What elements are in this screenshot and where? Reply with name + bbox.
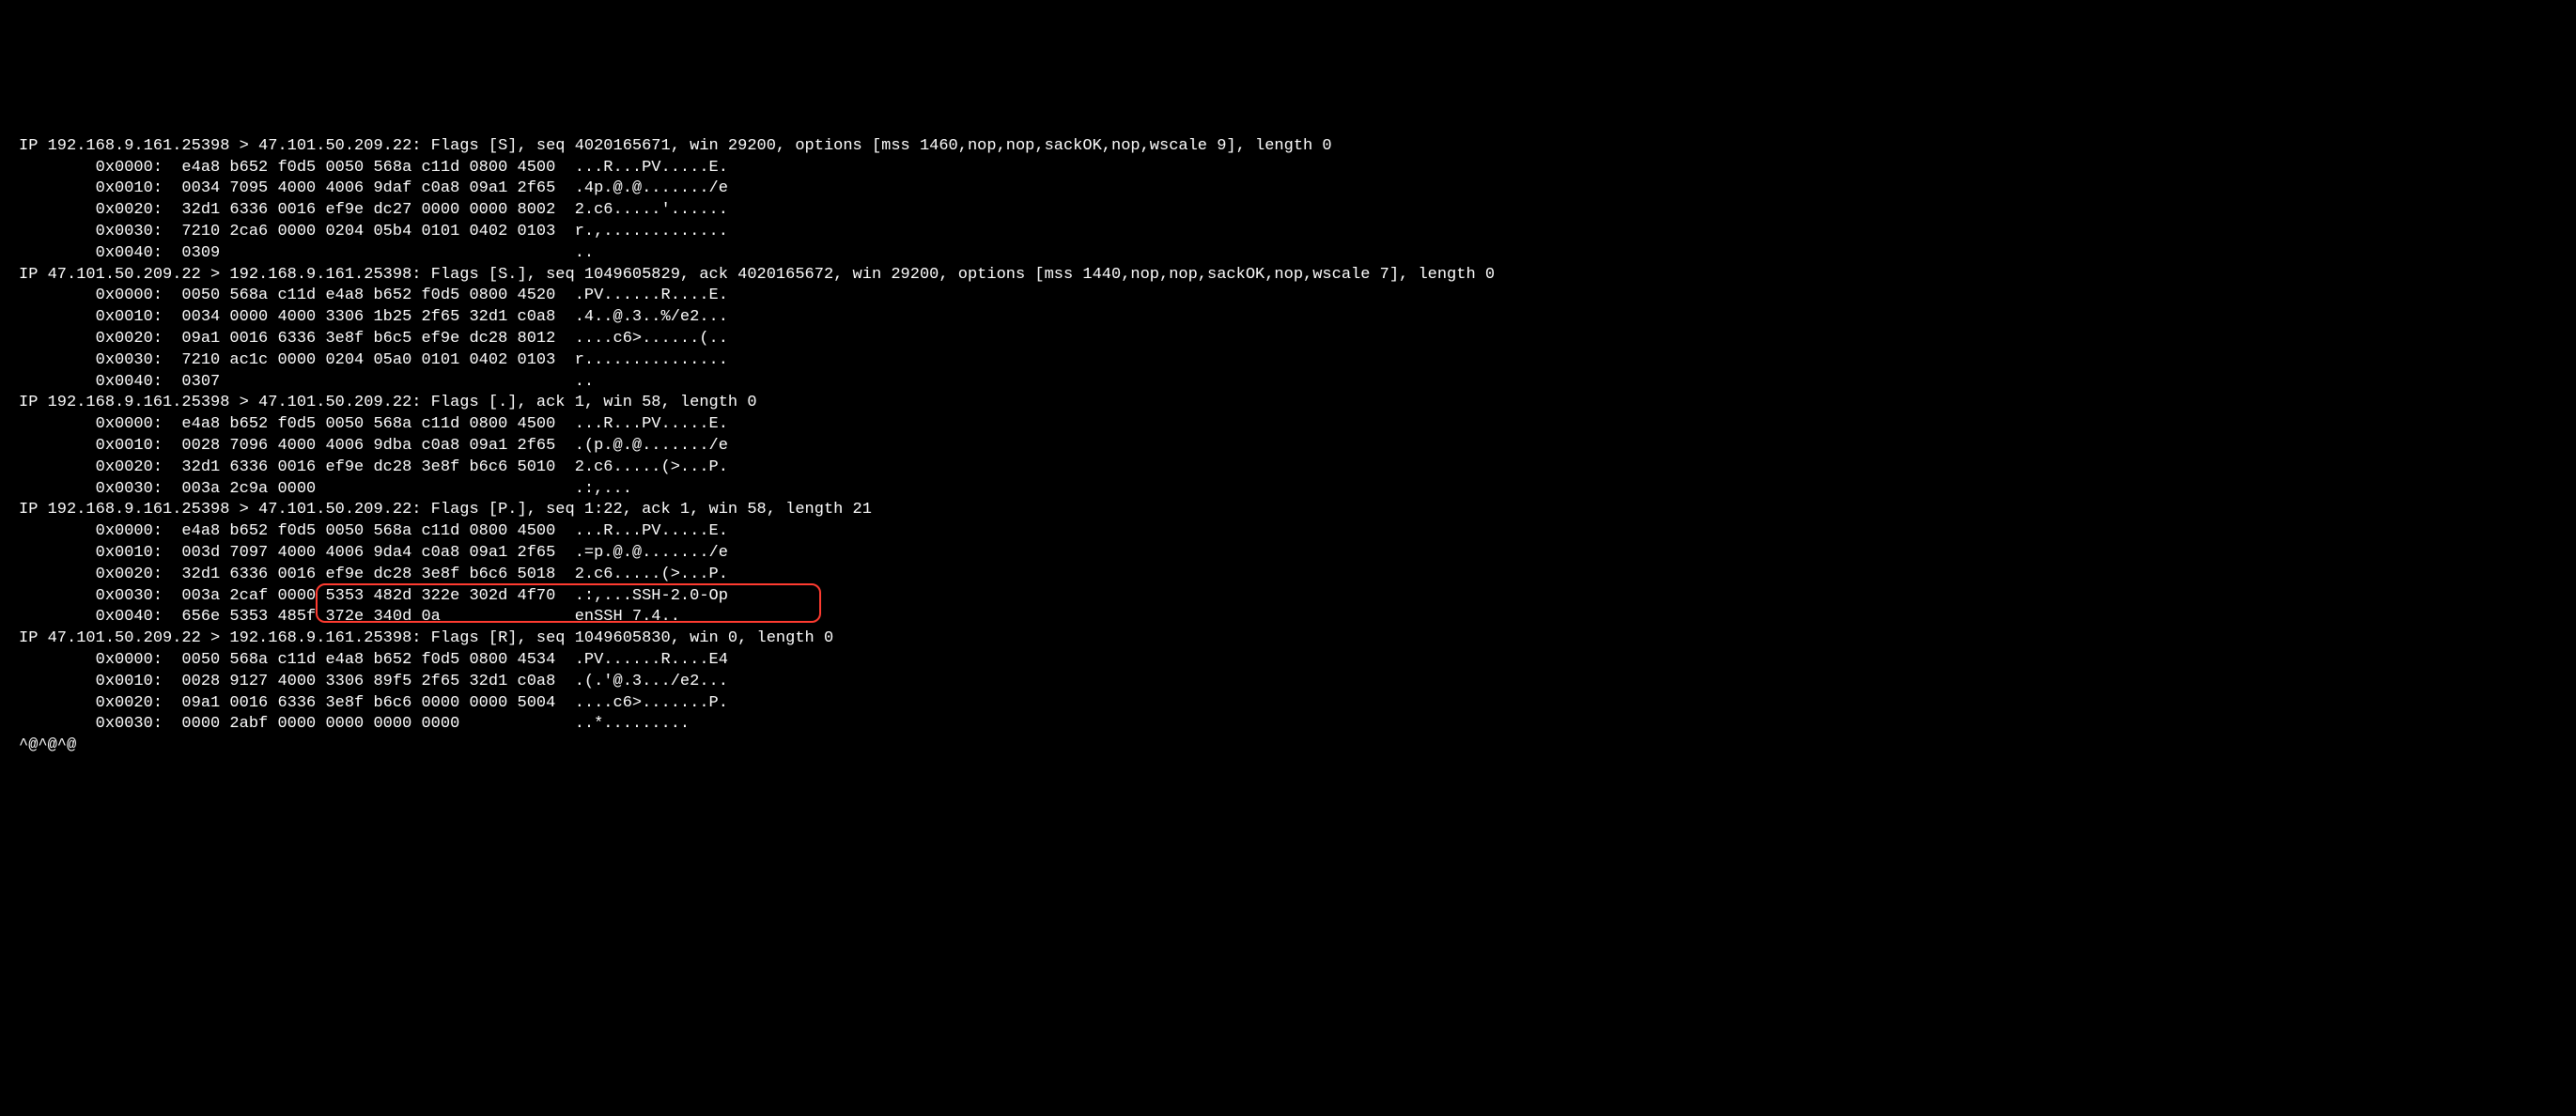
- terminal-line: 0x0040: 656e 5353 485f 372e 340d 0a enSS…: [19, 607, 2557, 628]
- terminal-line: 0x0010: 003d 7097 4000 4006 9da4 c0a8 09…: [19, 543, 2557, 565]
- terminal-line: IP 192.168.9.161.25398 > 47.101.50.209.2…: [19, 393, 2557, 414]
- terminal-line: 0x0000: e4a8 b652 f0d5 0050 568a c11d 08…: [19, 158, 2557, 179]
- terminal-line: 0x0010: 0028 7096 4000 4006 9dba c0a8 09…: [19, 436, 2557, 457]
- terminal-line: 0x0030: 7210 2ca6 0000 0204 05b4 0101 04…: [19, 222, 2557, 243]
- terminal-line: 0x0030: 003a 2c9a 0000 .:,...: [19, 479, 2557, 501]
- terminal-line: 0x0010: 0034 0000 4000 3306 1b25 2f65 32…: [19, 307, 2557, 329]
- terminal-line: 0x0030: 7210 ac1c 0000 0204 05a0 0101 04…: [19, 350, 2557, 372]
- terminal-line: 0x0010: 0028 9127 4000 3306 89f5 2f65 32…: [19, 672, 2557, 693]
- terminal-lines: IP 192.168.9.161.25398 > 47.101.50.209.2…: [19, 136, 2557, 757]
- terminal-line: 0x0020: 09a1 0016 6336 3e8f b6c6 0000 00…: [19, 693, 2557, 715]
- terminal-line: 0x0000: 0050 568a c11d e4a8 b652 f0d5 08…: [19, 650, 2557, 672]
- terminal-output: IP 192.168.9.161.25398 > 47.101.50.209.2…: [19, 93, 2557, 799]
- terminal-line: IP 192.168.9.161.25398 > 47.101.50.209.2…: [19, 500, 2557, 521]
- terminal-line: 0x0000: e4a8 b652 f0d5 0050 568a c11d 08…: [19, 414, 2557, 436]
- terminal-line: 0x0010: 0034 7095 4000 4006 9daf c0a8 09…: [19, 178, 2557, 200]
- terminal-line: 0x0000: 0050 568a c11d e4a8 b652 f0d5 08…: [19, 286, 2557, 307]
- terminal-line: IP 47.101.50.209.22 > 192.168.9.161.2539…: [19, 628, 2557, 650]
- terminal-line: 0x0040: 0309 ..: [19, 243, 2557, 265]
- terminal-line: 0x0030: 003a 2caf 0000 5353 482d 322e 30…: [19, 586, 2557, 608]
- terminal-line: IP 192.168.9.161.25398 > 47.101.50.209.2…: [19, 136, 2557, 158]
- terminal-line: 0x0040: 0307 ..: [19, 372, 2557, 394]
- terminal-line: 0x0020: 09a1 0016 6336 3e8f b6c5 ef9e dc…: [19, 329, 2557, 350]
- terminal-line: 0x0000: e4a8 b652 f0d5 0050 568a c11d 08…: [19, 521, 2557, 543]
- terminal-line: ^@^@^@: [19, 736, 2557, 757]
- terminal-line: IP 47.101.50.209.22 > 192.168.9.161.2539…: [19, 265, 2557, 287]
- terminal-line: 0x0020: 32d1 6336 0016 ef9e dc28 3e8f b6…: [19, 457, 2557, 479]
- terminal-line: 0x0020: 32d1 6336 0016 ef9e dc27 0000 00…: [19, 200, 2557, 222]
- terminal-line: 0x0020: 32d1 6336 0016 ef9e dc28 3e8f b6…: [19, 565, 2557, 586]
- terminal-line: 0x0030: 0000 2abf 0000 0000 0000 0000 ..…: [19, 714, 2557, 736]
